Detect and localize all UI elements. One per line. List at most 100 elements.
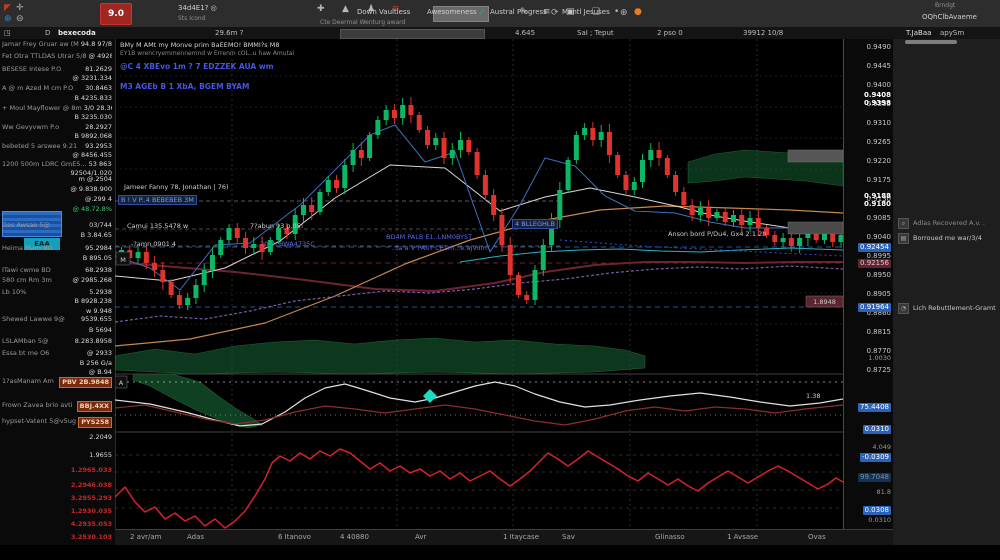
market-watch-row[interactable]: 580 cm Rm 3m@ 2985.268: [2, 276, 112, 285]
market-watch-row[interactable]: ITawi cwme BD68.2938: [2, 266, 112, 275]
market-watch-row[interactable]: bebeted 5 arswee 9.2193.2953: [2, 142, 112, 151]
price-axis-label: 0.9085: [867, 214, 892, 223]
market-watch-row[interactable]: 1.2930.035: [2, 507, 112, 516]
candle-body: [599, 132, 604, 140]
cursor-icon[interactable]: ◤: [4, 3, 11, 13]
market-watch-row[interactable]: 1.2965.033: [2, 466, 112, 475]
symbol-value: 2.2946.038: [71, 481, 112, 490]
timeframe-value[interactable]: 29.6m ?: [215, 29, 243, 38]
right-panel-item[interactable]: ◔Lich Rebuttlement-Gramt .. Quicovered: [898, 303, 998, 314]
zoom-out-icon[interactable]: ⊖: [16, 14, 24, 24]
market-watch-row[interactable]: Shewed Lawwe 9@9539.655: [2, 315, 112, 324]
osc-red-line: [115, 449, 843, 528]
zoom-in-icon[interactable]: ⊕: [4, 14, 12, 24]
indicator-icon[interactable]: ✚: [317, 4, 325, 14]
market-watch-row[interactable]: @ 8456.455: [2, 151, 112, 160]
market-watch-row[interactable]: Heima Mam BD95.2984: [2, 244, 112, 253]
market-watch-row[interactable]: BESESE Intese P.O81.2629: [2, 65, 112, 74]
right-panel-item[interactable]: ⌕Adlas Recovered A.v. .: [898, 218, 998, 229]
market-watch-row[interactable]: Frown Zavea brio avtiBBJ.4XX: [2, 401, 112, 412]
item-label: Adlas Recovered A.v. .: [913, 219, 985, 228]
market-watch-row[interactable]: @ 3231.334: [2, 74, 112, 83]
market-watch-row[interactable]: 4.2935.053: [2, 520, 112, 529]
symbol-value: PYS258: [78, 417, 112, 428]
market-watch-row[interactable]: B 8928.238: [2, 297, 112, 306]
market-watch-row[interactable]: @ 9.838.900: [2, 185, 112, 194]
candle-body: [566, 160, 571, 190]
symbol-value: @ 2933: [87, 349, 112, 358]
market-watch-row[interactable]: 3.2955.293: [2, 494, 112, 503]
menu-item-1[interactable]: Down Vaultless: [357, 8, 410, 16]
market-watch-panel: EAA Jamar Frey Gruar aw (M94.8 97/8Fet O…: [0, 39, 116, 545]
symbol-label: LSLAMban 5@: [2, 337, 49, 346]
market-watch-row[interactable]: 2.2049: [2, 433, 112, 442]
market-watch-row[interactable]: Ww Gevyvwm P.o28.2927: [2, 123, 112, 132]
chart-box-label: A: [119, 379, 124, 387]
indicator-axis-label: 1.0030: [868, 354, 891, 363]
crosshair-icon[interactable]: ✛: [16, 3, 24, 13]
menu-item-2[interactable]: Awesomeness: [427, 8, 477, 16]
symbol-value: BBJ.4XX: [77, 401, 112, 412]
status-text-2: 2 pso 0: [657, 29, 683, 38]
add-icon[interactable]: ⊕: [620, 8, 628, 18]
menu-item-4[interactable]: Mantl Jesuses: [562, 8, 610, 16]
time-axis-label: Avr: [415, 533, 426, 541]
candlestick-chart[interactable]: 1.8948MA: [115, 39, 843, 529]
symbol-value: 68.2938: [85, 266, 112, 275]
market-watch-row[interactable]: Jamar Frey Gruar aw (M94.8 97/8: [2, 40, 112, 49]
market-watch-row[interactable]: @ 48.72.8%: [2, 205, 112, 214]
market-watch-row[interactable]: B 3235.030: [2, 113, 112, 122]
market-watch-row[interactable]: LSLAMban 5@8.283.8958: [2, 337, 112, 346]
market-watch-row[interactable]: Das Awsae 5@03/744: [2, 221, 112, 230]
market-watch-row[interactable]: + Moul Mayflower @ 8m3/0 28.3604: [2, 104, 112, 113]
market-watch-row[interactable]: 3.2530.103: [2, 533, 112, 542]
market-watch-row[interactable]: 2.2946.038: [2, 481, 112, 490]
candle-body: [590, 128, 595, 140]
symbol-value: 5.2938: [89, 288, 112, 297]
submode-label[interactable]: apySm: [940, 29, 964, 38]
market-watch-row[interactable]: hypset-Vatent 5@v5ugPYS258: [2, 417, 112, 428]
mode-label[interactable]: T.JaBaa: [906, 29, 931, 38]
market-watch-row[interactable]: 1200 500m LDRC GmE5...53 8634: [2, 160, 112, 169]
timeframe-dropdown[interactable]: [340, 29, 485, 39]
price-axis[interactable]: 0.94900.94450.94000.93550.93100.92650.92…: [843, 39, 894, 545]
refresh-icon[interactable]: ⟳: [551, 8, 559, 18]
right-panel-item[interactable]: ▤Borroued me war/3/4: [898, 233, 998, 244]
market-watch-row[interactable]: B 5694: [2, 326, 112, 335]
market-watch-row[interactable]: B 895.05: [2, 254, 112, 263]
market-watch-row[interactable]: m @.2504: [2, 175, 112, 184]
market-watch-row[interactable]: Lb 10%5.2938: [2, 288, 112, 297]
candle-body: [541, 245, 546, 270]
new-order-button[interactable]: 9.0: [100, 3, 132, 25]
time-axis[interactable]: 2 avr/amAdas6 Itanovo4 40880Avr1 Itaycas…: [115, 529, 893, 546]
market-watch-row[interactable]: B 9892.068: [2, 132, 112, 141]
objects-icon[interactable]: ▲: [342, 4, 349, 14]
market-watch-row[interactable]: Essa bt me O6@ 2933: [2, 349, 112, 358]
price-axis-label: 0.9040: [867, 233, 892, 242]
candle-body: [772, 235, 777, 242]
candle-body: [508, 245, 513, 275]
autotrade-icon[interactable]: ●: [634, 7, 642, 17]
market-watch-row[interactable]: B 4235.833: [2, 94, 112, 103]
candle-body: [458, 140, 463, 150]
market-watch-row[interactable]: 1?asManam AmPBV 2B.9848: [2, 377, 112, 388]
timeframe-label[interactable]: 34d4E1? ◎: [178, 4, 217, 12]
chart-box-label: M: [120, 256, 126, 264]
horizontal-scrollbar-thumb[interactable]: [905, 40, 957, 44]
market-watch-row[interactable]: B 256 G/a: [2, 359, 112, 368]
market-watch-row[interactable]: @.299 4: [2, 195, 112, 204]
symbol-name[interactable]: bexecoda: [58, 29, 96, 38]
candle-body: [499, 215, 504, 245]
price-axis-label-bold: 0.9180: [864, 200, 891, 209]
window-icon[interactable]: ◳: [4, 29, 11, 38]
symbol-value: B 3.84.65: [81, 231, 112, 240]
market-watch-row[interactable]: Fet Otra TTLDAS Utrar 5/8@ 4928.495: [2, 52, 112, 61]
market-watch-row[interactable]: @ B.94: [2, 368, 112, 377]
symbol-label: Heima Mam BD: [2, 244, 53, 253]
market-watch-row[interactable]: 1.9655: [2, 451, 112, 460]
market-watch-row[interactable]: B 3.84.65: [2, 231, 112, 240]
time-axis-label: 1 Avsase: [727, 533, 758, 541]
price-axis-label: 0.9490: [867, 43, 892, 52]
market-watch-row[interactable]: A @ m Azed M cm P.O30.8463: [2, 84, 112, 93]
menu-item-3[interactable]: Austral Progress: [490, 8, 547, 16]
